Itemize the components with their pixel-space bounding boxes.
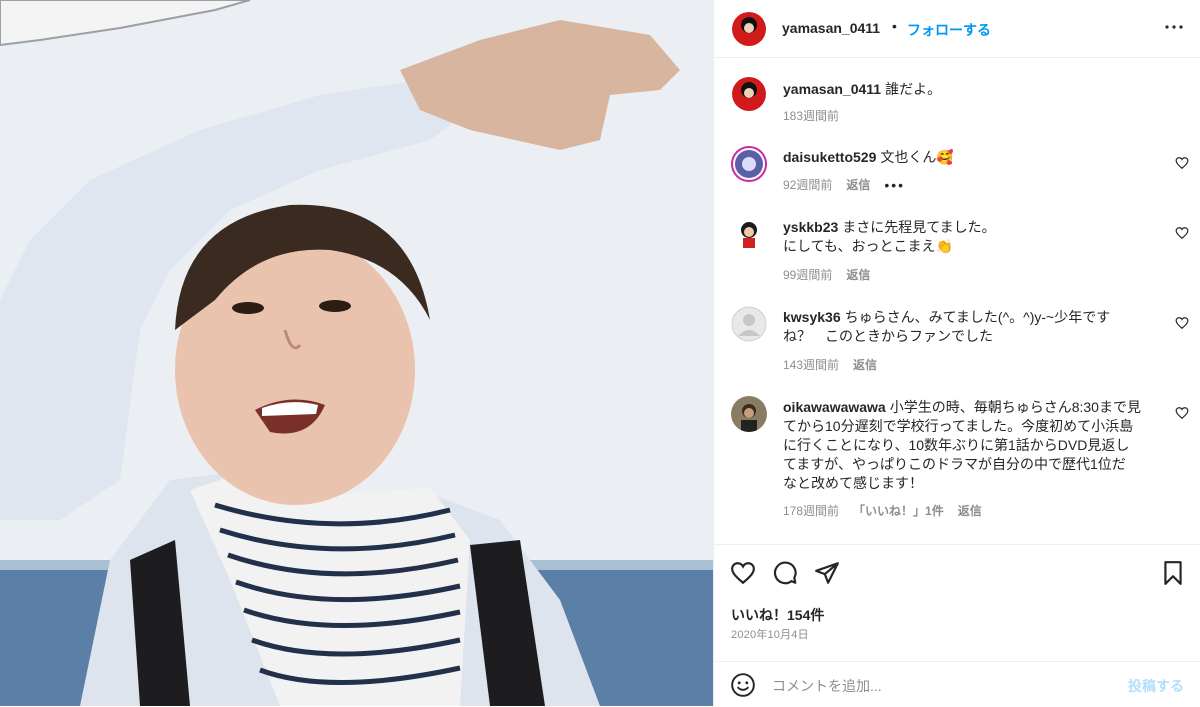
comment-text-line2: にしても、おっとこまえ👏 (783, 238, 953, 254)
more-options-icon[interactable] (1162, 15, 1186, 39)
comment-username[interactable]: oikawawawawa (783, 399, 886, 415)
comment-avatar[interactable] (731, 396, 767, 432)
comment-avatar[interactable] (731, 216, 767, 252)
comment-like-icon[interactable] (1175, 156, 1189, 170)
comment-input[interactable] (770, 672, 1114, 700)
comment-time: 92週間前 (783, 178, 833, 192)
comment-likes[interactable]: 「いいね！」1件 (853, 502, 944, 519)
post-button[interactable]: 投稿する (1128, 676, 1184, 696)
bookmark-icon[interactable] (1160, 560, 1186, 586)
comment-text-line5: なと改めて感じます！ (783, 475, 923, 491)
comment-text: ちゅらさん、みてました(^。^)y-~少年です (844, 309, 1111, 325)
reply-button[interactable]: 返信 (846, 176, 870, 193)
comment-text-line4: てますが、やっぱりこのドラマが自分の中で歴代1位だ (783, 456, 1126, 472)
comment-avatar[interactable] (731, 306, 767, 342)
post-photo[interactable] (0, 0, 713, 706)
author-avatar[interactable] (731, 11, 767, 47)
post-image (0, 0, 713, 706)
comment-text-line2: てから10分遅刻で学校行ってました。今度初めて小浜島 (783, 418, 1134, 434)
comment-text-line3: に行くことになり、10数年ぶりに第1話からDVD見返し (783, 437, 1130, 453)
post-actions: いいね！154件 2020年10月4日 投稿する (714, 544, 1200, 706)
heart-icon[interactable] (730, 560, 756, 586)
comment-like-icon[interactable] (1175, 406, 1189, 420)
likes-count[interactable]: いいね！154件 (731, 605, 824, 625)
caption-username[interactable]: yamasan_0411 (783, 81, 881, 97)
comment-composer: 投稿する (714, 661, 1200, 707)
comment-avatar[interactable] (731, 146, 767, 182)
caption-avatar[interactable] (731, 76, 767, 112)
comment-like-icon[interactable] (1175, 226, 1189, 240)
comment-icon[interactable] (772, 560, 798, 586)
comment-text: 小学生の時、毎朝ちゅらさん8:30まで見 (889, 399, 1141, 415)
emoji-icon[interactable] (730, 672, 756, 698)
comment-username[interactable]: kwsyk36 (783, 309, 841, 325)
comment-text: 文也くん🥰 (880, 149, 954, 165)
comment-text-line2: ね？ このときからファンでした (783, 328, 993, 344)
comment-time: 178週間前 (783, 504, 840, 518)
author-username[interactable]: yamasan_0411 (782, 20, 880, 36)
comment-username[interactable]: yskkb23 (783, 219, 838, 235)
comment-username[interactable]: daisuketto529 (783, 149, 876, 165)
post-header: yamasan_0411 • フォローする (714, 0, 1200, 58)
caption-text: 誰だよ。 (885, 81, 942, 97)
caption-time: 183週間前 (783, 109, 840, 123)
follow-button[interactable]: フォローする (907, 20, 991, 40)
share-icon[interactable] (814, 560, 840, 586)
comments-list[interactable]: yamasan_0411 誰だよ。 183週間前 daisuketto529 文也く… (714, 58, 1200, 544)
post-date: 2020年10月4日 (731, 629, 809, 641)
post-detail-panel: yamasan_0411 • フォローする yamasan_0411 誰だよ。 … (713, 0, 1200, 706)
comment-text: まさに先程見てました。 (842, 219, 996, 235)
comment-more-button[interactable]: ••• (884, 177, 905, 193)
reply-button[interactable]: 返信 (853, 356, 877, 373)
reply-button[interactable]: 返信 (846, 266, 870, 283)
reply-button[interactable]: 返信 (958, 502, 982, 519)
comment-time: 143週間前 (783, 358, 840, 372)
comment-like-icon[interactable] (1175, 316, 1189, 330)
separator-dot: • (892, 18, 897, 34)
comment-time: 99週間前 (783, 268, 833, 282)
